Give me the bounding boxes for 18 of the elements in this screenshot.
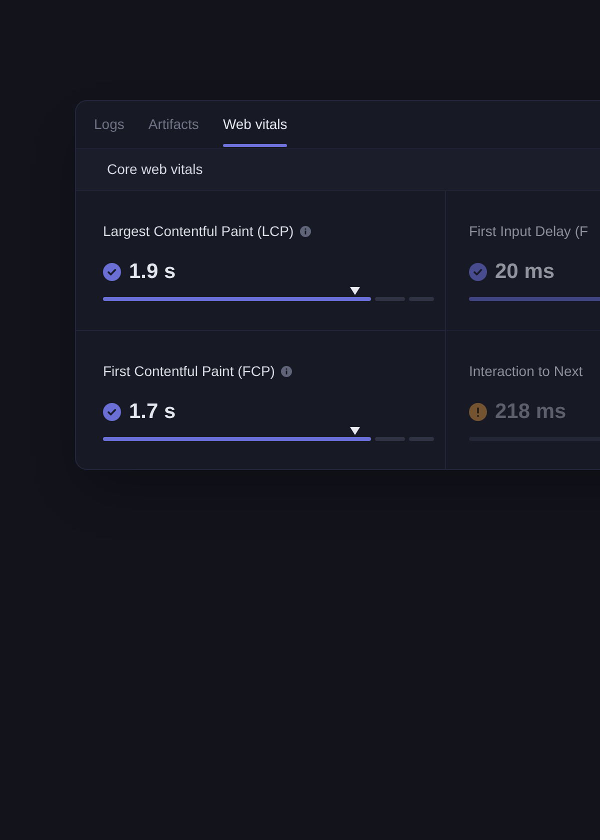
- metric-label: First Input Delay (F: [469, 222, 588, 241]
- tab[interactable]: Logs: [94, 101, 124, 148]
- warning-icon: [469, 403, 487, 421]
- info-icon[interactable]: [280, 366, 292, 376]
- metric-label: First Contentful Paint (FCP): [103, 362, 275, 381]
- metric-value: 218 ms: [495, 399, 566, 426]
- section-title: Core web vitals: [107, 160, 203, 179]
- check-icon: [469, 263, 487, 281]
- metric-value: 1.7 s: [129, 399, 176, 426]
- info-icon[interactable]: [300, 226, 311, 236]
- tab[interactable]: Artifacts: [148, 101, 199, 148]
- metric-value: 1.9 s: [129, 259, 176, 286]
- metric-label: Interaction to Next: [469, 362, 583, 380]
- metric-value: 20 ms: [495, 259, 555, 286]
- check-icon: [103, 403, 121, 421]
- check-icon: [103, 263, 121, 281]
- tab[interactable]: Web vitals: [222, 101, 288, 148]
- metric-label: Largest Contentful Paint (LCP): [103, 222, 294, 241]
